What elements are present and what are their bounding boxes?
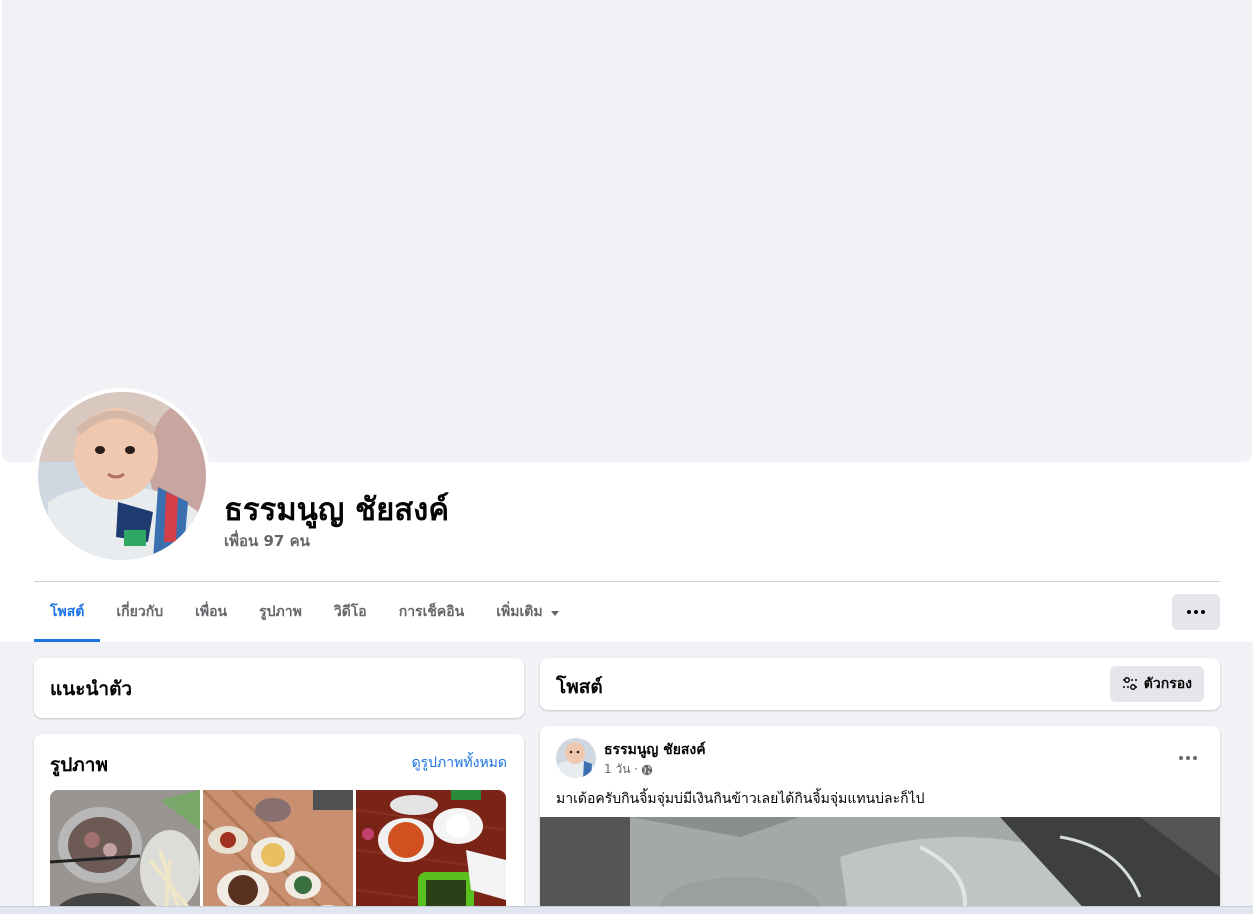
intro-title: แนะนำตัว [50,678,133,700]
tab-about[interactable]: เกี่ยวกับ [100,582,179,642]
post-author-name[interactable]: ธรรมนูญ ชัยสงค์ [604,739,706,761]
tab-friends[interactable]: เพื่อน [179,582,243,642]
photo-thumbnail[interactable] [356,790,506,914]
taskbar [0,906,1253,914]
tab-photos[interactable]: รูปภาพ [243,582,318,642]
post-options-button[interactable] [1170,740,1206,776]
post-time[interactable]: 1 วัน · [604,760,638,779]
post-author-avatar[interactable] [556,738,596,778]
tab-label: เกี่ยวกับ [116,604,164,620]
filter-button[interactable]: ตัวกรอง [1109,666,1204,702]
profile-tabs: โพสต์ เกี่ยวกับ เพื่อน รูปภาพ วิดีโอ การ… [34,582,575,642]
post-image[interactable] [540,817,1220,914]
filter-label: ตัวกรอง [1143,676,1192,692]
profile-picture[interactable] [34,388,210,564]
profile-more-button[interactable] [1172,594,1220,630]
photo-thumbnail[interactable] [203,790,353,914]
cover-photo[interactable] [2,0,1252,462]
photo-thumbnail[interactable] [50,790,200,914]
tab-label: การเช็คอิน [398,604,465,620]
tab-posts[interactable]: โพสต์ [34,582,101,642]
see-all-photos-link[interactable]: ดูรูปภาพทั้งหมด [412,752,507,774]
posts-title: โพสต์ [556,676,603,698]
posts-header-card: โพสต์ ตัวกรอง [540,658,1220,710]
post-card: ธรรมนูญ ชัยสงค์ 1 วัน · มาเด้อครับกินจิ้… [540,726,1220,914]
caret-down-icon [550,610,559,616]
tab-label: วิดีโอ [333,604,367,620]
tab-label: เพื่อน [195,604,228,620]
tab-checkins[interactable]: การเช็คอิน [383,582,481,642]
post-text: มาเด้อครับกินจิ้มจุ่มบ่มีเงินกินข้าวเลยไ… [556,791,925,807]
more-horizontal-icon [1179,756,1197,760]
friend-count[interactable]: เพื่อน 97 คน [224,529,310,553]
photos-card: รูปภาพ ดูรูปภาพทั้งหมด [34,734,524,914]
post-meta: 1 วัน · [604,760,653,779]
globe-icon [641,764,653,775]
more-horizontal-icon [1187,610,1205,614]
intro-card: แนะนำตัว [34,658,524,718]
photos-title: รูปภาพ [50,754,108,776]
photo-grid [50,790,508,914]
sliders-icon [1122,677,1137,690]
profile-header: ธรรมนูญ ชัยสงค์ เพื่อน 97 คน โพสต์ เกี่ย… [0,0,1253,642]
tab-label: โพสต์ [50,604,85,620]
profile-name: ธรรมนูญ ชัยสงค์ [224,492,450,528]
tab-label: รูปภาพ [259,604,302,620]
tab-more[interactable]: เพิ่มเติม [480,582,574,642]
tab-videos[interactable]: วิดีโอ [318,582,383,642]
tab-label: เพิ่มเติม [496,604,543,620]
